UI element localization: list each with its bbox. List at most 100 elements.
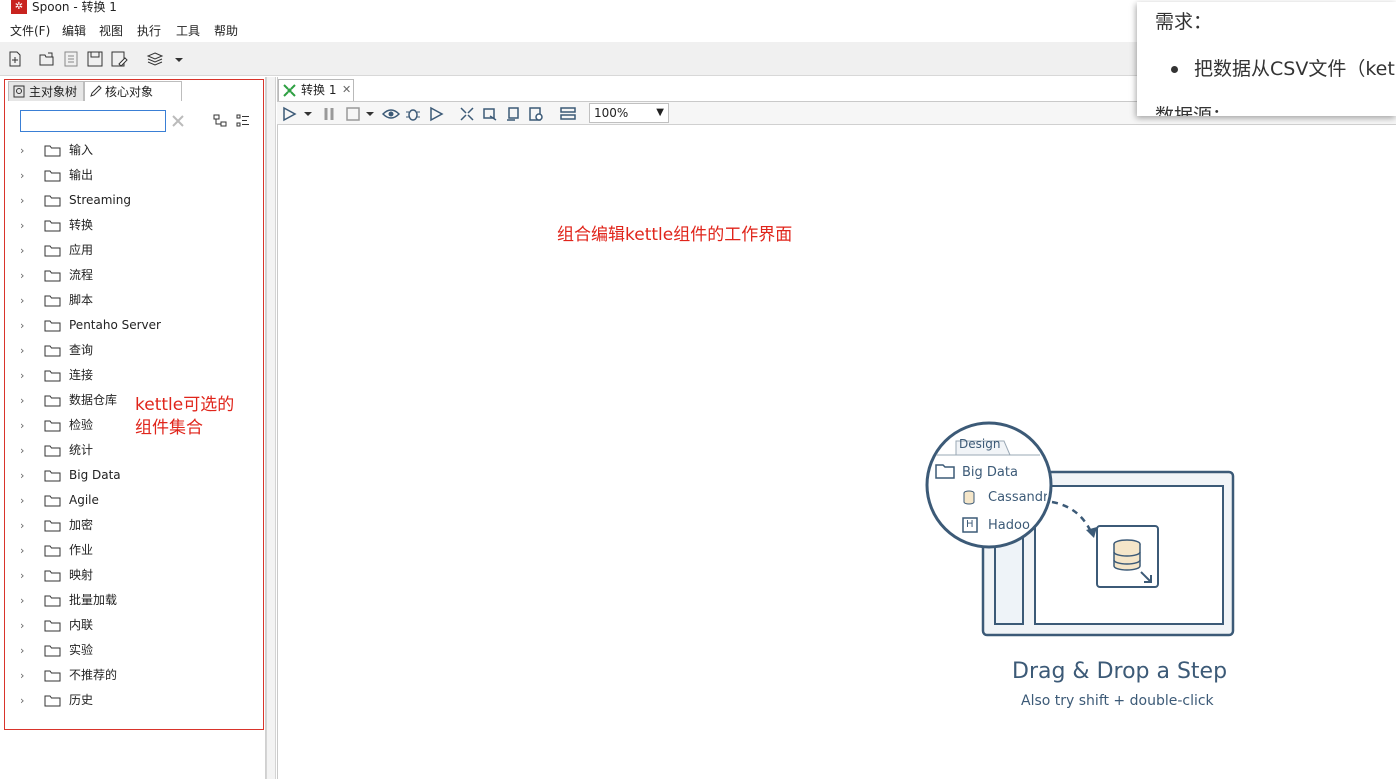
- stop-icon[interactable]: [345, 106, 361, 122]
- preview-icon[interactable]: [382, 106, 400, 122]
- impact-icon[interactable]: [482, 106, 498, 122]
- replay-icon[interactable]: [428, 106, 444, 122]
- explore-repository-icon[interactable]: [62, 50, 80, 68]
- sql-icon[interactable]: [505, 106, 521, 122]
- chevron-right-icon[interactable]: ›: [20, 544, 24, 557]
- menu-file[interactable]: 文件(F): [10, 24, 50, 38]
- chevron-right-icon[interactable]: ›: [20, 319, 24, 332]
- chevron-right-icon[interactable]: ›: [20, 669, 24, 682]
- show-results-icon[interactable]: [560, 106, 576, 122]
- tree-item[interactable]: › Big Data: [18, 465, 258, 487]
- explore-db-icon[interactable]: [528, 106, 544, 122]
- clear-search-icon[interactable]: [170, 113, 186, 129]
- steps-search-input[interactable]: [20, 110, 166, 132]
- tab-main-object-tree-label: 主对象树: [29, 85, 78, 99]
- menu-tools[interactable]: 工具: [176, 24, 200, 38]
- chevron-right-icon[interactable]: ›: [20, 169, 24, 182]
- chevron-right-icon[interactable]: ›: [20, 194, 24, 207]
- chevron-right-icon[interactable]: ›: [20, 419, 24, 432]
- chevron-right-icon[interactable]: ›: [20, 594, 24, 607]
- new-file-icon[interactable]: [6, 50, 24, 68]
- tree-doc-icon: [13, 85, 25, 98]
- tree-item[interactable]: › Agile: [18, 490, 258, 512]
- tree-item[interactable]: › 转换: [18, 215, 258, 237]
- tree-item[interactable]: › 映射: [18, 565, 258, 587]
- chevron-right-icon[interactable]: ›: [20, 144, 24, 157]
- chevron-right-icon[interactable]: ›: [20, 344, 24, 357]
- expand-tree-icon[interactable]: [235, 113, 251, 129]
- tree-item-label: 数据仓库: [69, 393, 118, 407]
- chevron-right-icon[interactable]: ›: [20, 394, 24, 407]
- pause-icon[interactable]: [321, 106, 337, 122]
- tree-item[interactable]: › 批量加载: [18, 590, 258, 612]
- tree-item[interactable]: › 输出: [18, 165, 258, 187]
- menu-view[interactable]: 视图: [99, 24, 123, 38]
- tree-item[interactable]: › 不推荐的: [18, 665, 258, 687]
- tree-item[interactable]: › 输入: [18, 140, 258, 162]
- run-dropdown-icon[interactable]: [303, 106, 313, 122]
- tab-transformation-label: 转换 1: [301, 83, 337, 97]
- folder-icon: [44, 470, 61, 482]
- tree-item[interactable]: › 内联: [18, 615, 258, 637]
- pencil-icon: [90, 85, 102, 97]
- tab-core-objects[interactable]: 核心对象: [84, 81, 182, 101]
- zoom-select[interactable]: 100% ▼: [589, 103, 669, 123]
- menu-edit[interactable]: 编辑: [62, 24, 86, 38]
- panel-splitter[interactable]: [266, 77, 276, 779]
- tab-transformation[interactable]: 转换 1 ✕: [278, 79, 354, 101]
- layers-icon[interactable]: [146, 50, 164, 68]
- chevron-right-icon[interactable]: ›: [20, 269, 24, 282]
- tab-main-object-tree[interactable]: 主对象树: [8, 81, 84, 101]
- tree-item[interactable]: › 查询: [18, 340, 258, 362]
- save-icon[interactable]: [86, 50, 104, 68]
- drag-drop-illustration: [925, 421, 1235, 637]
- menu-help[interactable]: 帮助: [214, 24, 238, 38]
- verify-icon[interactable]: [459, 106, 475, 122]
- folder-icon: [44, 445, 61, 457]
- debug-icon[interactable]: [405, 106, 421, 122]
- tree-item-label: 脚本: [69, 293, 94, 307]
- tree-item-label: Big Data: [69, 468, 121, 482]
- tree-item-label: 加密: [69, 518, 94, 532]
- open-file-icon[interactable]: [38, 50, 56, 68]
- chevron-right-icon[interactable]: ›: [20, 469, 24, 482]
- chevron-right-icon[interactable]: ›: [20, 494, 24, 507]
- tree-item[interactable]: › 连接: [18, 365, 258, 387]
- tree-item-label: 应用: [69, 243, 94, 257]
- chevron-right-icon[interactable]: ›: [20, 569, 24, 582]
- note-bullet-text: 把数据从CSV文件（ket: [1194, 58, 1395, 80]
- layers-dropdown-icon[interactable]: [170, 50, 188, 68]
- chevron-right-icon[interactable]: ›: [20, 244, 24, 257]
- folder-icon: [44, 170, 61, 182]
- collapse-tree-icon[interactable]: [212, 113, 228, 129]
- hadoop-h-icon: H: [966, 519, 974, 530]
- save-as-icon[interactable]: [110, 50, 128, 68]
- tree-item[interactable]: › 历史: [18, 690, 258, 712]
- tree-item-label: 不推荐的: [69, 668, 118, 682]
- tree-item[interactable]: › 统计: [18, 440, 258, 462]
- chevron-right-icon[interactable]: ›: [20, 219, 24, 232]
- drag-drop-title: Drag & Drop a Step: [1012, 659, 1228, 684]
- tree-item[interactable]: › 加密: [18, 515, 258, 537]
- note-heading-2: 数据源：: [1155, 105, 1232, 116]
- chevron-right-icon[interactable]: ›: [20, 694, 24, 707]
- tree-item[interactable]: › 脚本: [18, 290, 258, 312]
- menu-run[interactable]: 执行: [137, 24, 161, 38]
- tree-item[interactable]: › Pentaho Server: [18, 315, 258, 337]
- close-tab-icon[interactable]: ✕: [342, 80, 351, 100]
- run-icon[interactable]: [281, 106, 297, 122]
- chevron-right-icon[interactable]: ›: [20, 619, 24, 632]
- chevron-right-icon[interactable]: ›: [20, 369, 24, 382]
- chevron-right-icon[interactable]: ›: [20, 519, 24, 532]
- tree-item[interactable]: › 流程: [18, 265, 258, 287]
- tree-item[interactable]: › 实验: [18, 640, 258, 662]
- chevron-right-icon[interactable]: ›: [20, 644, 24, 657]
- stop-dropdown-icon[interactable]: [365, 106, 375, 122]
- left-tabs: 主对象树 核心对象: [8, 81, 264, 101]
- tree-item[interactable]: › 作业: [18, 540, 258, 562]
- chevron-right-icon[interactable]: ›: [20, 444, 24, 457]
- tree-item[interactable]: › Streaming: [18, 190, 258, 212]
- tree-item[interactable]: › 应用: [18, 240, 258, 262]
- annotation-left-line1: kettle可选的: [135, 395, 235, 415]
- chevron-right-icon[interactable]: ›: [20, 294, 24, 307]
